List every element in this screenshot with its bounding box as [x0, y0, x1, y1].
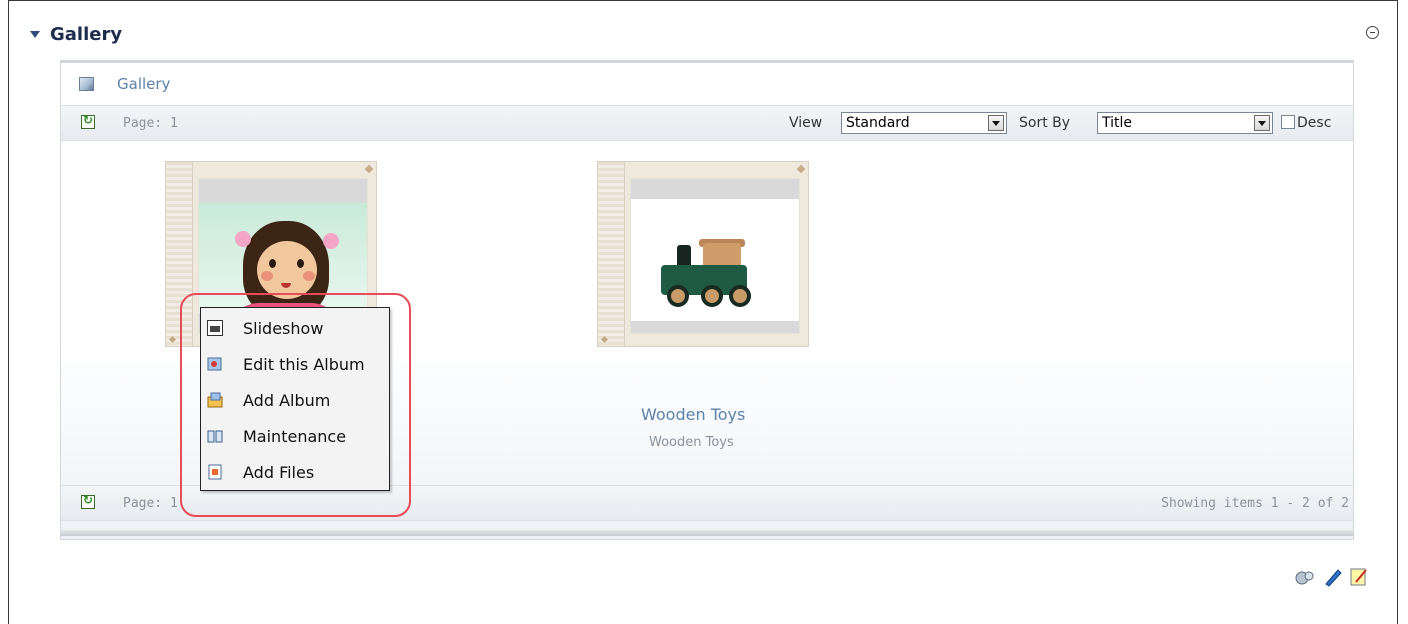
train-chimney	[677, 245, 691, 267]
train-photo	[631, 199, 799, 321]
page-indicator: Page: 1	[123, 496, 178, 511]
minimize-icon[interactable]	[1366, 26, 1379, 39]
settings-icon[interactable]	[1294, 566, 1316, 588]
collapse-triangle-icon[interactable]	[30, 31, 40, 38]
refresh-icon[interactable]	[81, 493, 95, 509]
album-thumbnail[interactable]	[630, 178, 800, 334]
gallery-icon	[79, 77, 94, 91]
doll-eye	[269, 259, 276, 268]
page-indicator: Page: 1	[123, 116, 178, 131]
showing-items-text: Showing items 1 - 2 of 2	[1161, 496, 1349, 511]
doll-eye	[297, 259, 304, 268]
album-title-link[interactable]: Wooden Toys	[641, 405, 745, 424]
album-description: Wooden Toys	[649, 435, 734, 450]
chevron-down-icon[interactable]	[988, 115, 1004, 131]
desc-label: Desc	[1297, 115, 1332, 131]
train-wheel	[667, 285, 689, 307]
edit-icon[interactable]	[1322, 566, 1344, 588]
sort-by-select-value: Title	[1102, 115, 1133, 131]
doll-cheek	[303, 271, 315, 281]
breadcrumb-gallery-link[interactable]: Gallery	[117, 75, 170, 93]
refresh-icon[interactable]	[81, 113, 95, 129]
sort-by-select[interactable]: Title	[1097, 112, 1273, 134]
train-wheel	[701, 285, 723, 307]
view-select-value: Standard	[846, 115, 910, 131]
desc-checkbox[interactable]	[1281, 115, 1295, 129]
doll-face	[257, 241, 317, 299]
album-spine	[598, 162, 625, 346]
panel-bottom-strip	[60, 530, 1354, 536]
breadcrumb: Gallery	[61, 69, 1353, 99]
top-pager: Page: 1 View Standard Sort By Title Desc	[61, 105, 1353, 141]
album-corner	[364, 164, 374, 174]
module-title: Gallery	[50, 24, 123, 45]
view-select[interactable]: Standard	[841, 112, 1007, 134]
album-corner	[796, 164, 806, 174]
doll-cheek	[261, 271, 273, 281]
chevron-down-icon[interactable]	[1254, 115, 1270, 131]
album-card[interactable]	[597, 161, 809, 347]
doll-bow	[323, 233, 339, 249]
view-label: View	[789, 115, 823, 131]
notes-icon[interactable]	[1348, 566, 1370, 588]
sort-by-label: Sort By	[1019, 115, 1071, 131]
doll-bow	[235, 231, 251, 247]
module-header: Gallery	[30, 24, 122, 45]
highlight-annotation	[180, 293, 411, 517]
train-wheel	[729, 285, 751, 307]
